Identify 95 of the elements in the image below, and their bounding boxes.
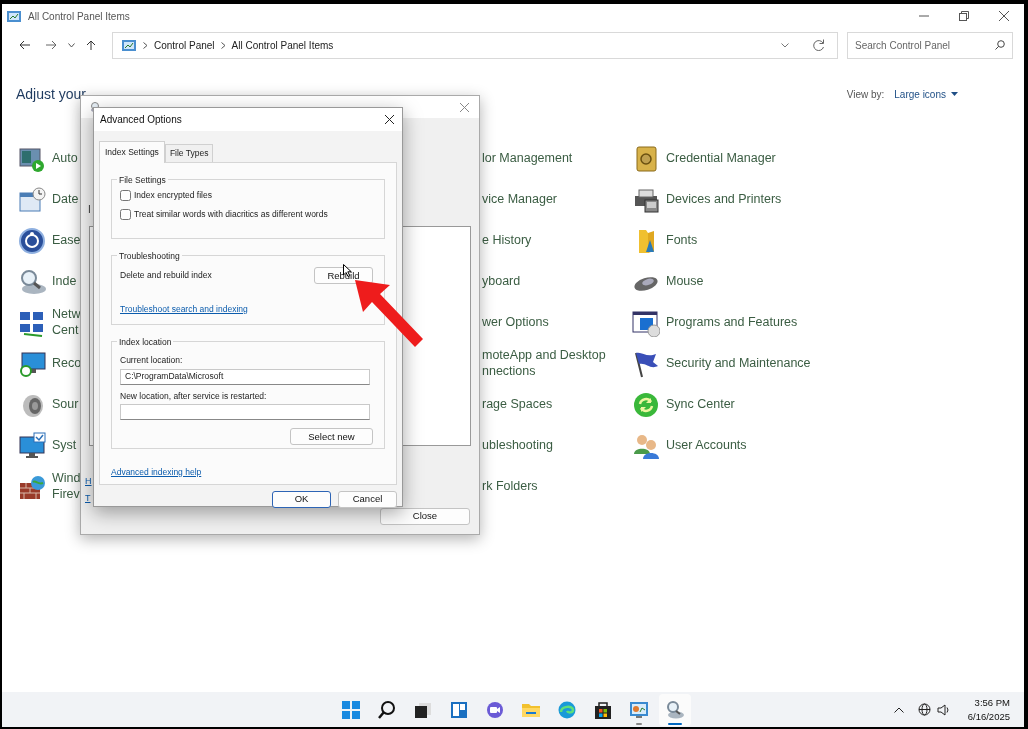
settings-item-link[interactable]: Devices and Printers — [666, 191, 782, 208]
settings-item-link[interactable]: yboard — [482, 273, 521, 290]
clock-time: 3:56 PM — [973, 696, 1010, 710]
address-bar[interactable]: Control Panel All Control Panel Items — [112, 31, 838, 59]
refresh-icon[interactable] — [813, 39, 825, 51]
settings-item-link[interactable]: Credential Manager — [666, 150, 776, 167]
clock-date: 6/16/2025 — [967, 709, 1010, 723]
tab[interactable]: Index Settings — [99, 141, 165, 163]
checkbox-label: Index encrypted files — [134, 188, 212, 202]
widgets-icon — [449, 699, 469, 720]
settings-item-link[interactable]: Programs and Features — [666, 314, 798, 331]
monitor-icon[interactable] — [18, 349, 46, 378]
settings-item-link[interactable]: Sync Center — [666, 396, 735, 413]
settings-item-link[interactable]: Date — [52, 191, 79, 208]
settings-item-link[interactable]: vice Manager — [482, 191, 558, 208]
settings-item-link[interactable]: Fonts — [666, 232, 698, 249]
select-new-button[interactable]: Select new — [290, 428, 373, 446]
speaker-icon[interactable] — [936, 703, 950, 716]
settings-item-link[interactable]: wer Options — [482, 314, 549, 331]
ok-button[interactable]: OK — [272, 490, 331, 508]
settings-item-link[interactable]: Syst — [52, 437, 77, 454]
browser-icon — [557, 699, 577, 720]
view-by-label: View by: — [846, 87, 885, 102]
view-by-dropdown[interactable]: Large icons — [894, 86, 958, 102]
magnifier-icon[interactable] — [18, 267, 46, 296]
shopping-bag-icon — [593, 699, 613, 720]
magnifier-icon — [665, 699, 685, 720]
settings-item-link[interactable]: rk Folders — [482, 478, 538, 495]
search-field[interactable]: Search Control Panel — [847, 31, 1013, 59]
field-label: New location, after service is restarted: — [120, 389, 268, 403]
help-link[interactable]: Advanced indexing help — [111, 465, 202, 479]
group-label: Troubleshooting — [117, 249, 182, 263]
checkbox[interactable] — [120, 189, 131, 201]
search-icon — [377, 699, 397, 720]
restore-icon[interactable] — [959, 11, 969, 21]
search-placeholder: Search Control Panel — [855, 38, 951, 53]
chevron-up-icon[interactable] — [893, 706, 904, 713]
cancel-button[interactable]: Cancel — [338, 490, 397, 508]
checkbox-label: Treat similar words with diacritics as different words — [134, 207, 328, 221]
close-button[interactable]: Close — [380, 508, 470, 525]
settings-item-link[interactable]: Ease — [52, 232, 81, 249]
globe-icon[interactable] — [917, 703, 931, 716]
monitor-chart-icon — [121, 37, 137, 53]
field-label: I — [88, 203, 91, 217]
checkbox[interactable] — [120, 208, 131, 220]
forward-arrow-icon[interactable] — [45, 40, 57, 50]
settings-item-link[interactable]: Wind Firev — [52, 470, 81, 503]
chevron-right-icon — [143, 41, 148, 49]
window-title: All Control Panel Items — [28, 9, 130, 24]
settings-item-link[interactable]: Mouse — [666, 273, 704, 290]
dialog-title: Advanced Options — [100, 113, 182, 127]
page-heading: Adjust your — [16, 84, 87, 104]
close-icon[interactable] — [999, 11, 1009, 21]
settings-item-link[interactable]: Security and Maintenance — [666, 355, 811, 372]
settings-item-link[interactable]: moteApp and Desktop nnections — [482, 347, 606, 380]
settings-item-link[interactable]: User Accounts — [666, 437, 747, 454]
monitor-chart-icon — [629, 699, 649, 720]
chevron-right-icon — [220, 41, 226, 49]
settings-item-link[interactable]: Inde — [52, 273, 77, 290]
settings-item-link[interactable]: lor Management — [482, 150, 573, 167]
settings-item-link[interactable]: Reco — [52, 355, 82, 372]
settings-item-link[interactable]: Netw Cent — [52, 306, 81, 339]
settings-item-link[interactable]: rage Spaces — [482, 396, 553, 413]
start-icon — [341, 699, 361, 720]
help-link[interactable]: H — [85, 475, 92, 489]
tab[interactable]: File Types — [164, 144, 214, 162]
settings-item-link[interactable]: Sour — [52, 396, 79, 413]
description-text: Delete and rebuild index — [120, 269, 212, 283]
field-label: Current location: — [120, 353, 184, 367]
sync-icon[interactable] — [632, 390, 660, 419]
search-icon[interactable] — [995, 40, 1005, 50]
calendar-icon[interactable] — [18, 185, 46, 214]
up-arrow-icon[interactable] — [85, 40, 97, 50]
annotation-arrow — [354, 279, 424, 349]
clock[interactable]: 3:56 PM 6/16/2025 — [967, 696, 1010, 723]
settings-item-link[interactable]: e History — [482, 232, 532, 249]
back-arrow-icon[interactable] — [19, 40, 31, 50]
monitor-chart-icon — [6, 8, 22, 24]
location-field[interactable] — [120, 404, 370, 421]
caret-down-icon — [951, 92, 958, 96]
program-window-icon[interactable] — [632, 308, 660, 337]
close-icon[interactable] — [385, 115, 394, 124]
settings-item-link[interactable]: Auto — [52, 150, 78, 167]
troubleshoot-link[interactable]: Troubleshoot search and indexing — [120, 302, 248, 316]
chevron-down-icon[interactable] — [67, 42, 75, 48]
chat-icon — [485, 699, 505, 720]
settings-item-link[interactable]: ubleshooting — [482, 437, 553, 454]
breadcrumb-link[interactable]: Control Panel — [154, 37, 215, 53]
breadcrumb-link[interactable]: All Control Panel Items — [231, 37, 334, 53]
chevron-down-icon[interactable] — [781, 42, 789, 48]
help-link[interactable]: T — [85, 492, 91, 506]
location-field[interactable]: C:\ProgramData\Microsoft — [120, 368, 370, 385]
group-label: File Settings — [117, 173, 168, 187]
dial-icon[interactable] — [18, 226, 46, 255]
monitor-check-icon[interactable] — [18, 431, 46, 460]
